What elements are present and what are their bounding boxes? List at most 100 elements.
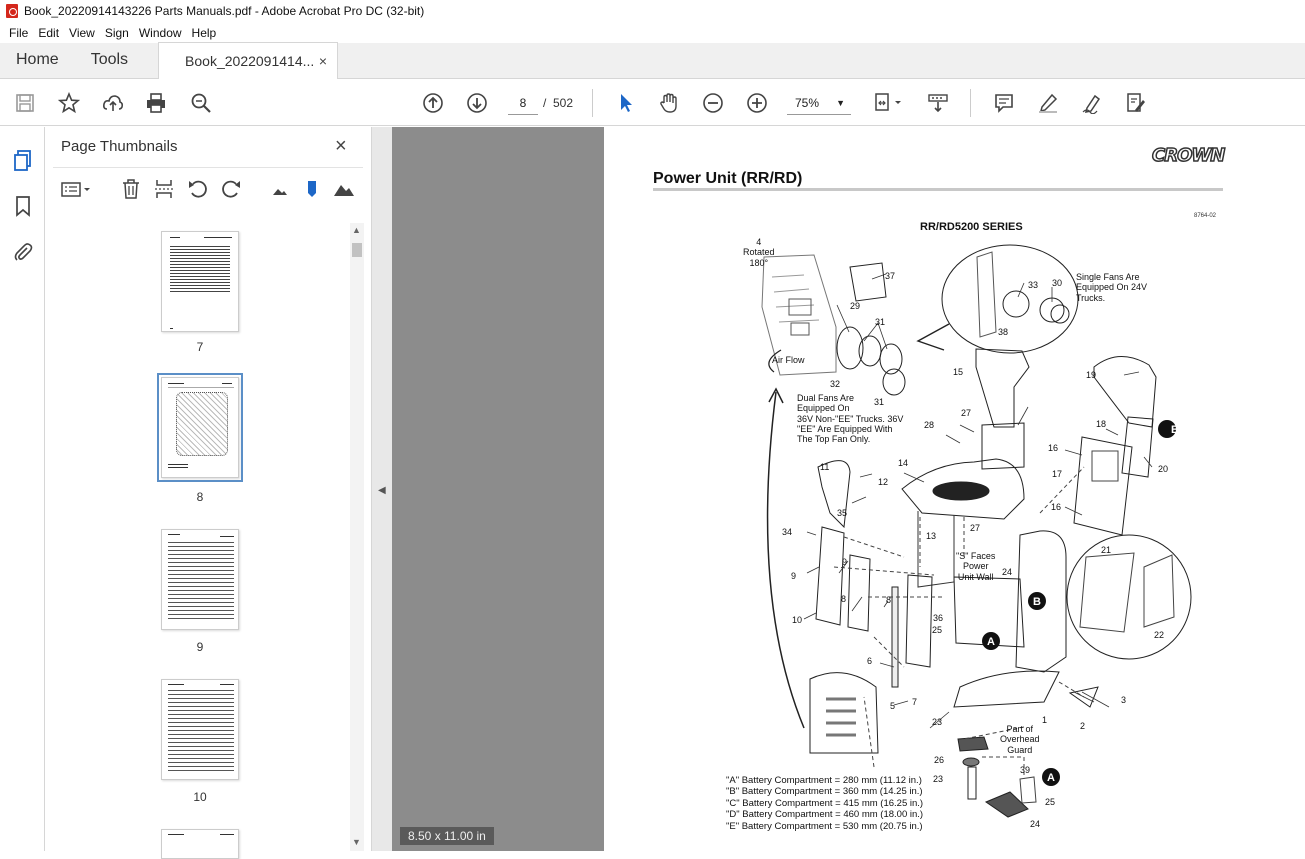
thumbnail-page-label: 10 <box>193 790 207 804</box>
fill-sign-icon[interactable] <box>1124 91 1148 115</box>
callout-number: 31 <box>875 317 886 327</box>
bookmark-star-icon[interactable] <box>57 91 81 115</box>
panel-splitter[interactable]: ◀ <box>372 127 392 851</box>
draw-freehand-icon[interactable] <box>1080 91 1104 115</box>
thumbnail-page-label: 8 <box>196 490 204 504</box>
page-thumbnail[interactable] <box>161 829 239 859</box>
callout-number: 34 <box>782 527 793 537</box>
attachments-paperclip-icon[interactable] <box>11 240 35 264</box>
callout-number: 7 <box>912 697 918 707</box>
callout-number: 8 <box>841 594 847 604</box>
callout-number: 14 <box>898 458 909 468</box>
prev-page-icon[interactable] <box>421 91 445 115</box>
callout-number: 27 <box>961 408 972 418</box>
callout-number: 22 <box>1154 630 1165 640</box>
delete-page-icon[interactable] <box>120 178 142 200</box>
single-fans-note: Single Fans Are Equipped On 24V Trucks. <box>1076 272 1148 303</box>
toolbar-divider <box>592 89 593 117</box>
hand-tool-icon[interactable] <box>657 91 681 115</box>
battery-note: "C" Battery Compartment = 415 mm (16.25 … <box>726 797 924 809</box>
menu-edit[interactable]: Edit <box>33 26 64 40</box>
callout-number: 23 <box>933 774 944 784</box>
air-flow-label: Air Flow <box>772 355 805 365</box>
callout-number: 3 <box>1121 695 1127 705</box>
page-thumbnails-icon[interactable] <box>11 148 35 172</box>
collapse-panel-icon[interactable]: ◀ <box>378 485 386 496</box>
select-cursor-icon[interactable] <box>614 91 638 115</box>
menu-file[interactable]: File <box>4 26 33 40</box>
callout-number: 9 <box>842 557 848 567</box>
callout-number: 37 <box>885 271 896 281</box>
zoom-out-icon[interactable] <box>701 91 725 115</box>
menu-window[interactable]: Window <box>134 26 187 40</box>
print-icon[interactable] <box>144 91 168 115</box>
zoom-level-select[interactable]: 75% ▼ <box>787 91 851 115</box>
menu-bar: File Edit View Sign Window Help <box>0 22 1305 43</box>
close-icon[interactable]: × <box>335 135 347 158</box>
callout-number: 31 <box>874 397 885 407</box>
tab-tools[interactable]: Tools <box>75 42 144 78</box>
callout-number: 25 <box>932 625 943 635</box>
scrollbar-thumb[interactable] <box>352 243 362 257</box>
callout-number: 15 <box>953 367 964 377</box>
save-icon[interactable] <box>13 91 37 115</box>
page-number-input[interactable]: 8 <box>508 91 538 115</box>
tab-close-icon[interactable]: × <box>319 53 327 69</box>
page-thumbnail-selected[interactable] <box>157 373 243 482</box>
callout-number: 1 <box>1042 715 1048 725</box>
page-size-badge: 8.50 x 11.00 in <box>400 827 494 845</box>
scroll-up-icon[interactable]: ▲ <box>352 225 361 235</box>
tab-document-label: Book_2022091414... <box>185 53 315 69</box>
callout-number: 19 <box>1086 370 1097 380</box>
document-canvas[interactable]: 8.50 x 11.00 in CROWN Power Unit (RR/RD)… <box>392 127 1305 851</box>
page-fit-icon[interactable] <box>872 91 906 115</box>
thumbnail-size-slider-icon[interactable] <box>301 178 323 200</box>
options-menu-icon[interactable] <box>59 178 93 200</box>
next-page-icon[interactable] <box>465 91 489 115</box>
upload-cloud-icon[interactable] <box>101 91 125 115</box>
thumbnail-size-large-icon[interactable] <box>333 178 355 200</box>
rotate-clockwise-icon[interactable] <box>220 178 242 200</box>
menu-sign[interactable]: Sign <box>100 26 134 40</box>
zoom-search-icon[interactable] <box>189 91 213 115</box>
callout-number: 26 <box>934 755 945 765</box>
callout-number: 36 <box>933 613 944 623</box>
tab-bar: Home Tools Book_2022091414... × <box>0 42 1305 79</box>
left-nav-rail <box>0 127 45 851</box>
highlight-pen-icon[interactable] <box>1036 91 1060 115</box>
page-total: 502 <box>553 96 574 110</box>
callout-number: 11 <box>820 462 830 472</box>
scroll-mode-icon[interactable] <box>926 91 950 115</box>
page-thumbnail[interactable] <box>161 231 239 332</box>
page-separator: / <box>543 96 547 110</box>
thumbnail-scrollbar[interactable]: ▲ ▼ <box>350 223 364 851</box>
tab-home[interactable]: Home <box>0 42 75 78</box>
callout-number: 8 <box>886 595 892 605</box>
pdf-page: CROWN Power Unit (RR/RD) 8764-02 RR/RD52… <box>604 127 1305 851</box>
callout-number: 9 <box>791 571 797 581</box>
callout-number: 20 <box>1158 464 1169 474</box>
battery-note: "E" Battery Compartment = 530 mm (20.75 … <box>726 820 923 832</box>
page-thumbnail[interactable] <box>161 529 239 630</box>
menu-view[interactable]: View <box>64 26 100 40</box>
thumbnail-size-small-icon[interactable] <box>269 178 291 200</box>
callout-number: 29 <box>850 301 861 311</box>
overhead-guard-note: Part of Overhead Guard <box>1000 724 1040 755</box>
page-thumbnail[interactable] <box>161 679 239 780</box>
tab-document[interactable]: Book_2022091414... × <box>158 42 339 79</box>
menu-help[interactable]: Help <box>187 26 222 40</box>
comment-icon[interactable] <box>992 91 1016 115</box>
main-toolbar: 8 / 502 75% ▼ <box>0 80 1305 126</box>
zoom-in-icon[interactable] <box>745 91 769 115</box>
panel-title: Page Thumbnails <box>61 138 178 155</box>
extract-pages-icon[interactable] <box>153 178 175 200</box>
callout-number: 35 <box>837 508 848 518</box>
callout-number: 39 <box>1020 765 1031 775</box>
bookmarks-icon[interactable] <box>11 194 35 218</box>
scroll-down-icon[interactable]: ▼ <box>352 837 361 847</box>
battery-compartment-notes: "A" Battery Compartment = 280 mm (11.12 … <box>726 775 923 832</box>
rotate-counterclockwise-icon[interactable] <box>187 178 209 200</box>
battery-note: "A" Battery Compartment = 280 mm (11.12 … <box>726 775 922 786</box>
callout-number: 38 <box>998 327 1009 337</box>
exploded-parts-diagram: B B A A <box>761 244 1192 818</box>
